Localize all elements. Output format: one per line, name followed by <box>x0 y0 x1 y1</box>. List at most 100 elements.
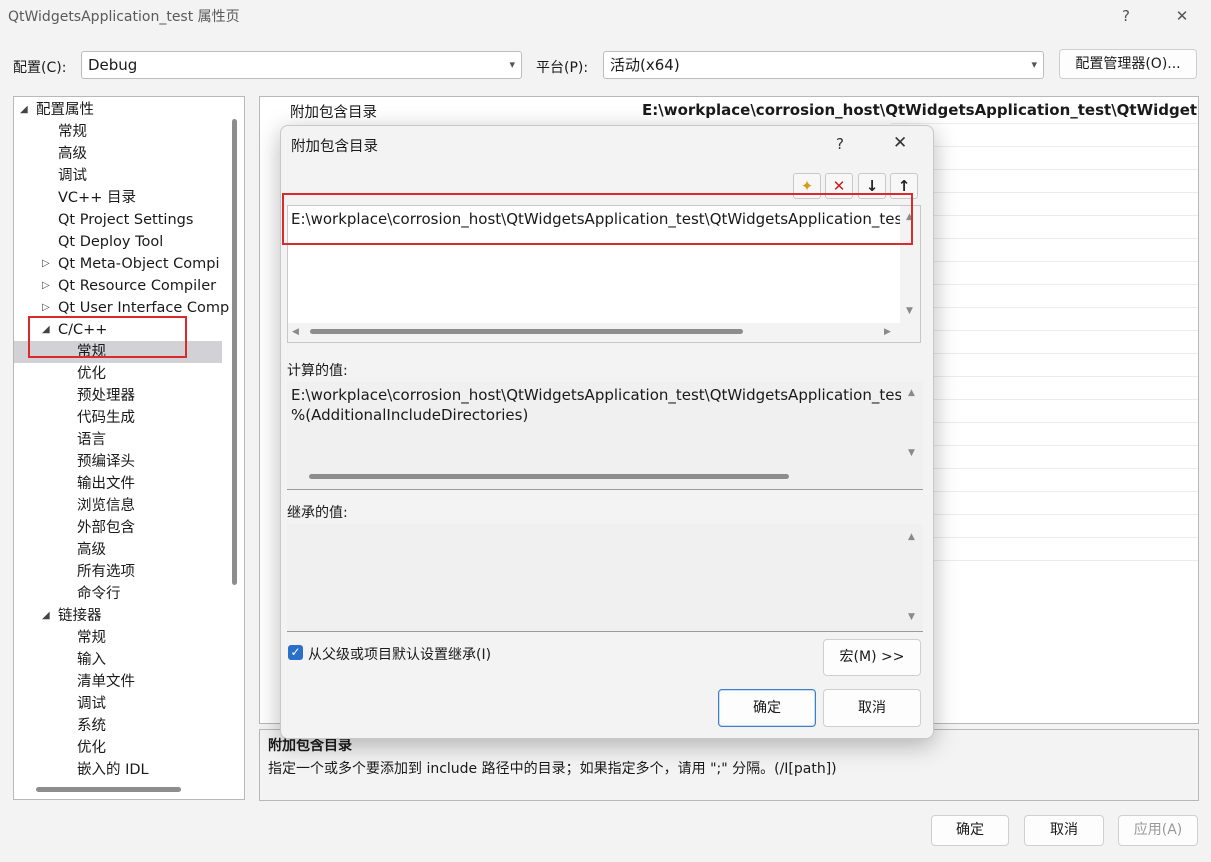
tree-item[interactable]: ◢ 配置属性 <box>14 99 219 121</box>
evaluated-hscroll-thumb[interactable] <box>309 474 789 479</box>
grid-row-divider <box>890 514 1198 515</box>
inherit-checkbox[interactable]: ✓ <box>288 645 303 660</box>
evaluated-line: %(AdditionalIncludeDirectories) <box>291 406 529 424</box>
tree-item[interactable]: 代码生成 <box>14 407 219 429</box>
tree-item-label: 命令行 <box>77 586 121 602</box>
property-tree[interactable]: ◢ 配置属性 常规 高级 调试 VC++ 目录 Qt Project Settings Qt … <box>13 96 245 800</box>
tree-item[interactable]: 清单文件 <box>14 671 219 693</box>
editor-horizontal-scrollbar[interactable]: ◀ ▶ <box>288 323 900 342</box>
tree-item[interactable]: 命令行 <box>14 583 219 605</box>
property-value[interactable]: E:\workplace\corrosion_host\QtWidgetsApp… <box>642 101 1198 119</box>
scroll-down-icon[interactable]: ▼ <box>908 448 915 458</box>
help-button[interactable]: ? <box>1103 0 1149 32</box>
grid-row-divider <box>890 422 1198 423</box>
tree-item[interactable]: 所有选项 <box>14 561 219 583</box>
tree-item[interactable]: 外部包含 <box>14 517 219 539</box>
cancel-button[interactable]: 取消 <box>1024 815 1104 846</box>
tree-item-label: 清单文件 <box>77 674 135 690</box>
ok-button[interactable]: 确定 <box>931 815 1009 846</box>
tree-item-label: Qt Project Settings <box>58 212 194 228</box>
grid-row-divider <box>890 491 1198 492</box>
grid-row-divider <box>890 123 1198 124</box>
tree-vertical-scrollbar[interactable] <box>232 119 237 585</box>
scroll-down-icon[interactable]: ▼ <box>908 612 915 622</box>
tree-item-label: 高级 <box>77 542 106 558</box>
macros-button[interactable]: 宏(M) >> <box>823 639 921 676</box>
dialog-help-button[interactable]: ? <box>836 135 844 153</box>
editor-hscroll-thumb[interactable] <box>310 329 743 334</box>
tree-item-label: 常规 <box>58 124 87 140</box>
expanded-arrow-icon[interactable]: ◢ <box>42 605 50 627</box>
tree-item[interactable]: ◢ 链接器 <box>14 605 219 627</box>
tree-item-label: 语言 <box>77 432 106 448</box>
tree-item[interactable]: 调试 <box>14 165 219 187</box>
tree-item[interactable]: 高级 <box>14 143 219 165</box>
chevron-down-icon: ▾ <box>1031 58 1037 71</box>
grid-row-divider <box>890 537 1198 538</box>
tree-item[interactable]: 优化 <box>14 363 219 385</box>
tree-item[interactable]: 浏览信息 <box>14 495 219 517</box>
tree-item[interactable]: ▷ Qt Meta-Object Compi <box>14 253 220 275</box>
tree-item[interactable]: ▷ Qt Resource Compiler <box>14 275 219 297</box>
highlight-box-editor <box>282 193 913 245</box>
tree-item[interactable]: 预处理器 <box>14 385 219 407</box>
tree-horizontal-scrollbar[interactable] <box>36 787 181 792</box>
tree-item[interactable]: 系统 <box>14 715 219 737</box>
window-close-button[interactable]: ✕ <box>1159 0 1205 32</box>
scroll-down-icon[interactable]: ▼ <box>906 306 913 316</box>
description-panel: 附加包含目录 指定一个或多个要添加到 include 路径中的目录；如果指定多个… <box>259 729 1199 801</box>
tree-item-label: 嵌入的 IDL <box>77 762 149 778</box>
scroll-up-icon[interactable]: ▲ <box>908 388 915 398</box>
tree-item[interactable]: 输出文件 <box>14 473 219 495</box>
grid-row-divider <box>890 192 1198 193</box>
tree-item[interactable]: 输入 <box>14 649 219 671</box>
dialog-close-button[interactable]: ✕ <box>893 133 907 153</box>
grid-row-divider <box>890 376 1198 377</box>
apply-button[interactable]: 应用(A) <box>1118 815 1198 846</box>
inherit-checkbox-label[interactable]: 从父级或项目默认设置继承(I) <box>308 644 491 664</box>
tree-item[interactable]: 嵌入的 IDL <box>14 759 219 781</box>
tree-item[interactable]: VC++ 目录 <box>14 187 219 209</box>
tree-item[interactable]: 调试 <box>14 693 219 715</box>
platform-label: 平台(P): <box>536 60 589 76</box>
evaluated-value-box: E:\workplace\corrosion_host\QtWidgetsApp… <box>287 382 923 490</box>
collapsed-arrow-icon[interactable]: ▷ <box>42 253 50 275</box>
config-select[interactable]: Debug ▾ <box>81 51 522 79</box>
grid-row-divider <box>890 330 1198 331</box>
tree-item-label: 常规 <box>77 630 106 646</box>
config-manager-button[interactable]: 配置管理器(O)... <box>1059 49 1197 79</box>
dialog-ok-button[interactable]: 确定 <box>718 689 816 727</box>
tree-item-label: 调试 <box>77 696 106 712</box>
grid-row-divider <box>890 353 1198 354</box>
scroll-up-icon[interactable]: ▲ <box>908 532 915 542</box>
tree-item[interactable]: 优化 <box>14 737 219 759</box>
inherited-vertical-scrollbar[interactable]: ▲ ▼ <box>901 524 923 630</box>
tree-item[interactable]: Qt Project Settings <box>14 209 219 231</box>
grid-row-divider <box>890 284 1198 285</box>
tree-item-label: VC++ 目录 <box>58 190 136 206</box>
expanded-arrow-icon[interactable]: ◢ <box>20 99 28 121</box>
scroll-left-icon[interactable]: ◀ <box>292 327 299 337</box>
tree-item-label: 预处理器 <box>77 388 135 404</box>
collapsed-arrow-icon[interactable]: ▷ <box>42 275 50 297</box>
description-text: 指定一个或多个要添加到 include 路径中的目录；如果指定多个，请用 ";"… <box>268 761 837 777</box>
tree-item-label: Qt Resource Compiler <box>58 278 217 294</box>
tree-item-label: 所有选项 <box>77 564 135 580</box>
tree-item-label: 输入 <box>77 652 106 668</box>
highlight-box-tree <box>28 316 187 358</box>
tree-item[interactable]: 常规 <box>14 627 219 649</box>
tree-item[interactable]: 常规 <box>14 121 219 143</box>
dialog-cancel-button[interactable]: 取消 <box>823 689 921 727</box>
tree-item-label: 链接器 <box>58 608 102 624</box>
scroll-right-icon[interactable]: ▶ <box>884 327 891 337</box>
evaluated-vertical-scrollbar[interactable]: ▲ ▼ <box>901 382 923 470</box>
tree-item-label: 调试 <box>58 168 87 184</box>
evaluated-label: 计算的值: <box>287 363 348 379</box>
grid-row-divider <box>890 399 1198 400</box>
platform-select[interactable]: 活动(x64) ▾ <box>603 51 1044 79</box>
tree-item-label: 代码生成 <box>77 410 135 426</box>
tree-item[interactable]: Qt Deploy Tool <box>14 231 219 253</box>
tree-item[interactable]: 高级 <box>14 539 219 561</box>
tree-item[interactable]: 预编译头 <box>14 451 219 473</box>
tree-item[interactable]: 语言 <box>14 429 219 451</box>
